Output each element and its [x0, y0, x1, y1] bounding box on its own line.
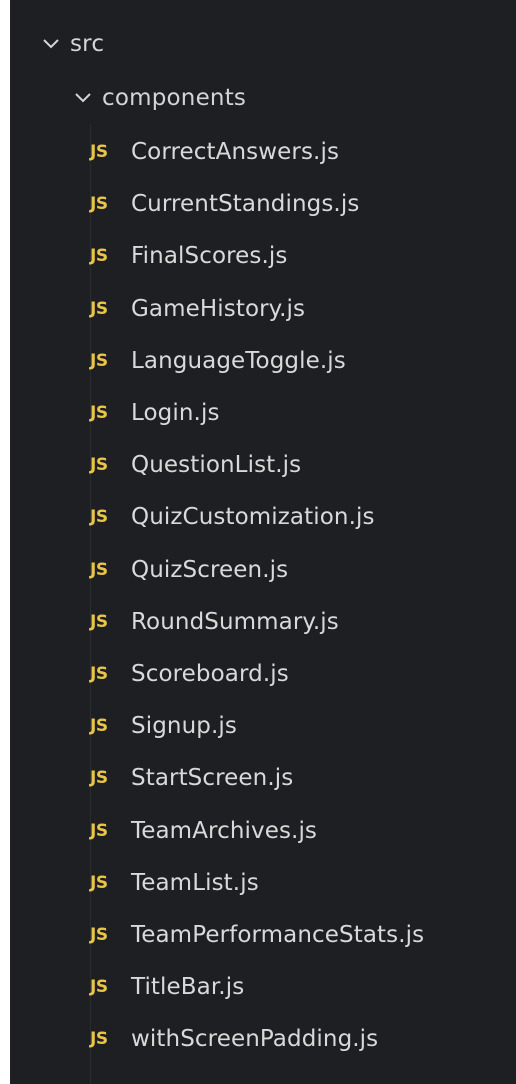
- file-label: withScreenPadding.js: [131, 1026, 379, 1053]
- file-explorer: src components JS CorrectAnswers.js JS Curr…: [10, 0, 516, 1084]
- folder-components[interactable]: components: [10, 72, 516, 124]
- javascript-file-icon: JS: [90, 246, 108, 267]
- javascript-file-icon: JS: [90, 977, 108, 998]
- file-item[interactable]: JS FinalScores.js: [10, 230, 516, 282]
- file-label: TeamList.js: [131, 869, 259, 896]
- javascript-file-icon: JS: [90, 298, 108, 319]
- file-label: QuestionList.js: [131, 452, 302, 479]
- file-item[interactable]: JS TeamList.js: [10, 857, 516, 909]
- file-label: TeamArchives.js: [131, 817, 318, 844]
- javascript-file-icon: JS: [90, 664, 108, 684]
- file-label: Signup.js: [131, 713, 237, 740]
- file-item[interactable]: JS QuestionList.js: [10, 439, 516, 491]
- folder-src[interactable]: src: [10, 18, 516, 70]
- file-item[interactable]: JS CurrentStandings.js: [10, 178, 516, 230]
- javascript-file-icon: JS: [90, 455, 108, 476]
- file-label: QuizScreen.js: [131, 556, 289, 583]
- file-item[interactable]: JS CorrectAnswers.js: [10, 126, 516, 178]
- javascript-file-icon: JS: [90, 507, 108, 528]
- chevron-down-icon[interactable]: [72, 87, 94, 109]
- javascript-file-icon: JS: [90, 559, 108, 580]
- folder-label-src: src: [70, 31, 105, 57]
- folder-label-components: components: [102, 85, 247, 111]
- file-label: TitleBar.js: [131, 974, 245, 1001]
- file-label: TeamPerformanceStats.js: [131, 922, 425, 948]
- file-item[interactable]: JS withScreenPadding.js: [10, 1013, 516, 1065]
- file-label: CorrectAnswers.js: [131, 139, 340, 165]
- file-item[interactable]: JS Scoreboard.js: [10, 648, 516, 700]
- javascript-file-icon: JS: [90, 925, 108, 945]
- file-label: StartScreen.js: [131, 765, 294, 792]
- file-label: GameHistory.js: [131, 295, 306, 322]
- file-item[interactable]: JS TitleBar.js: [10, 961, 516, 1013]
- file-label: Login.js: [131, 400, 220, 426]
- file-item[interactable]: JS LanguageToggle.js: [10, 335, 516, 387]
- javascript-file-icon: JS: [90, 872, 108, 893]
- file-item[interactable]: JS StartScreen.js: [10, 752, 516, 804]
- javascript-file-icon: JS: [90, 403, 108, 423]
- file-item[interactable]: JS QuizCustomization.js: [10, 491, 516, 543]
- file-label: CurrentStandings.js: [131, 191, 360, 218]
- file-label: QuizCustomization.js: [131, 504, 375, 531]
- file-label: Scoreboard.js: [131, 661, 289, 687]
- javascript-file-icon: JS: [90, 768, 108, 789]
- file-item[interactable]: JS GameHistory.js: [10, 283, 516, 335]
- file-item[interactable]: JS TeamArchives.js: [10, 805, 516, 857]
- javascript-file-icon: JS: [90, 142, 108, 162]
- chevron-down-icon[interactable]: [40, 33, 62, 55]
- javascript-file-icon: JS: [90, 716, 108, 737]
- javascript-file-icon: JS: [90, 611, 108, 632]
- javascript-file-icon: JS: [90, 1029, 108, 1050]
- file-label: LanguageToggle.js: [131, 347, 346, 374]
- file-item[interactable]: JS TeamPerformanceStats.js: [10, 909, 516, 961]
- file-item[interactable]: JS Signup.js: [10, 700, 516, 752]
- javascript-file-icon: JS: [90, 350, 108, 371]
- javascript-file-icon: JS: [90, 194, 108, 215]
- javascript-file-icon: JS: [90, 820, 108, 841]
- file-item[interactable]: JS Login.js: [10, 387, 516, 439]
- file-label: RoundSummary.js: [131, 608, 339, 635]
- file-item[interactable]: JS QuizScreen.js: [10, 544, 516, 596]
- file-item[interactable]: JS RoundSummary.js: [10, 596, 516, 648]
- file-label: FinalScores.js: [131, 243, 288, 270]
